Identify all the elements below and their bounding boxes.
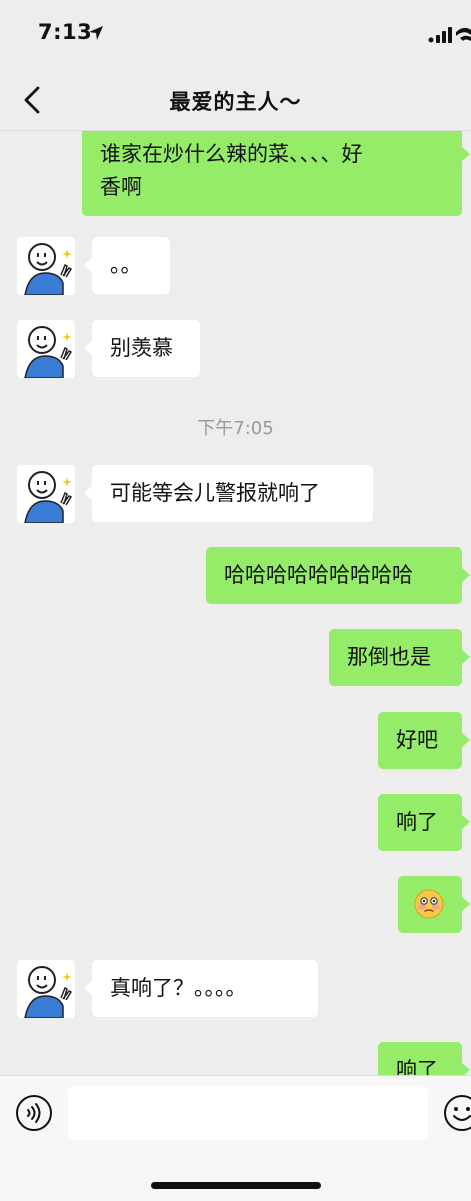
sent-message-bubble[interactable]: 好吧 <box>378 712 470 769</box>
message-text-line: 香啊 <box>100 175 142 199</box>
message-text-line: 谁家在炒什么辣的菜、、、、好 <box>100 142 363 166</box>
sent-message-bubble[interactable]: 响了 <box>378 794 470 851</box>
message-input[interactable] <box>68 1086 428 1140</box>
contact-avatar[interactable] <box>17 465 75 523</box>
received-message-bubble[interactable]: 可能等会儿警报就响了 <box>84 465 373 522</box>
status-bar: 7:13 <box>0 0 471 70</box>
contact-avatar[interactable] <box>17 960 75 1018</box>
message-text: 哈哈哈哈哈哈哈哈哈 <box>224 563 413 587</box>
message-text: 。。 <box>110 253 142 277</box>
chat-header: 最爱的主人～ <box>0 70 471 131</box>
sent-message-bubble[interactable]: 谁家在炒什么辣的菜、、、、好 香啊 <box>82 131 470 216</box>
sent-message-bubble[interactable]: 那倒也是 <box>329 629 470 686</box>
received-message-bubble[interactable]: 。。 <box>84 237 170 294</box>
contact-avatar[interactable] <box>17 320 75 378</box>
input-bar <box>0 1075 471 1201</box>
message-text: 真响了？。。。。 <box>110 976 247 1000</box>
message-text: 可能等会儿警报就响了 <box>110 481 320 505</box>
status-time: 7:13 <box>38 20 93 44</box>
sent-message-bubble[interactable]: 哈哈哈哈哈哈哈哈哈 <box>206 547 470 604</box>
message-text: 别羡慕 <box>110 336 173 360</box>
home-indicator[interactable] <box>151 1182 321 1189</box>
received-message-bubble[interactable]: 真响了？。。。。 <box>84 960 318 1017</box>
wifi-icon <box>456 27 471 41</box>
message-text: 响了 <box>396 1058 438 1075</box>
sent-message-bubble[interactable] <box>398 876 470 933</box>
signal-icon <box>428 27 452 43</box>
message-text: 响了 <box>396 810 438 834</box>
message-text: 好吧 <box>396 728 438 752</box>
flushed-face-emoji-icon <box>414 889 444 919</box>
location-arrow-icon <box>89 26 103 40</box>
received-message-bubble[interactable]: 别羡慕 <box>84 320 200 377</box>
emoji-picker-icon[interactable] <box>443 1094 471 1132</box>
message-timestamp: 下午7:05 <box>197 418 274 439</box>
voice-input-icon[interactable] <box>15 1094 53 1132</box>
contact-avatar[interactable] <box>17 237 75 295</box>
message-list[interactable]: 谁家在炒什么辣的菜、、、、好 香啊 。。 别羡慕 下午7:05 可能等会儿警报就… <box>0 131 471 1075</box>
chat-title: 最爱的主人～ <box>169 90 302 114</box>
message-text: 那倒也是 <box>347 645 431 669</box>
sent-message-bubble[interactable]: 响了 <box>378 1042 470 1075</box>
